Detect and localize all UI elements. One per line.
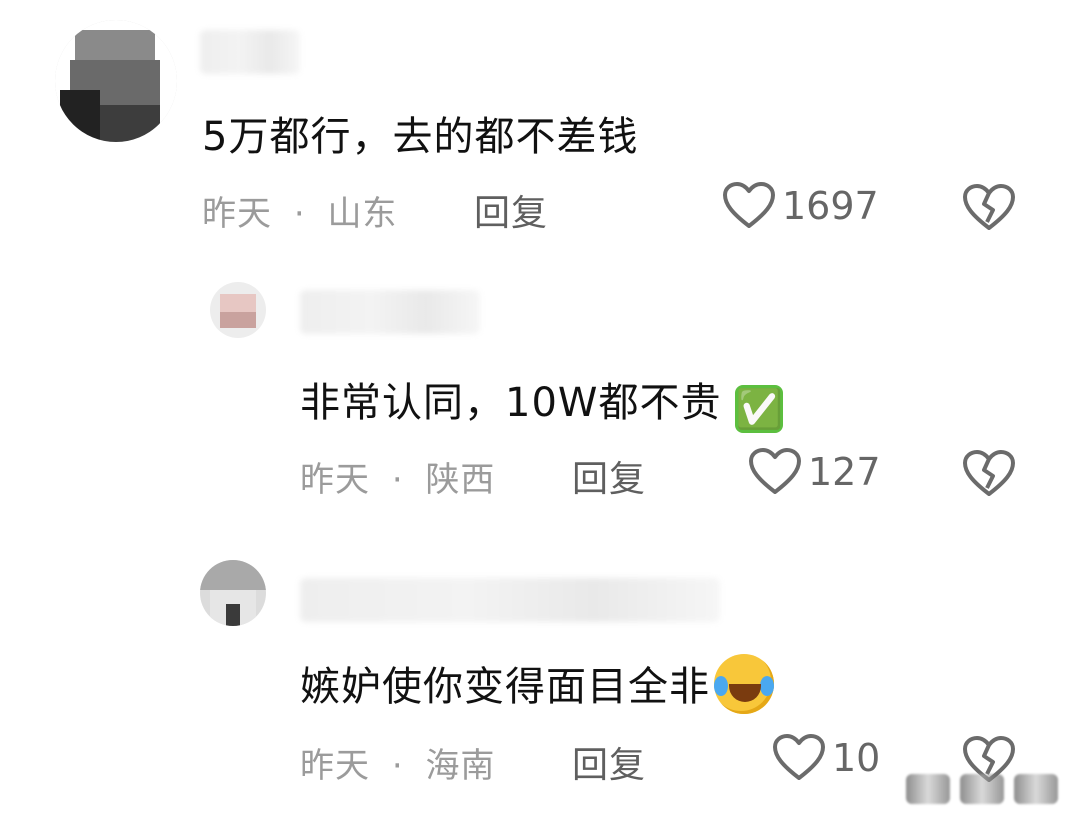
username-blurred[interactable] [200, 30, 300, 74]
heart-outline-icon [748, 448, 802, 496]
watermark [906, 774, 1058, 804]
meta-separator: · [293, 194, 306, 234]
like-count: 1697 [782, 184, 879, 228]
meta-separator: · [391, 746, 404, 786]
check-mark-emoji: ✅ [735, 385, 784, 433]
comment-location: 海南 [425, 746, 496, 786]
dislike-button[interactable] [962, 450, 1016, 502]
comment-text-body: 非常认同，10W都不贵 [300, 380, 722, 426]
heart-outline-icon [772, 734, 826, 782]
reply-button[interactable]: 回复 [474, 184, 548, 236]
reply-comment-item: 非常认同，10W都不贵 ✅ 昨天 · 陕西 回复 127 [0, 260, 1076, 530]
like-count: 10 [832, 736, 881, 780]
laughing-crying-emoji [714, 654, 774, 714]
comment-time: 昨天 [300, 746, 370, 786]
broken-heart-icon [962, 184, 1016, 236]
comment-location: 山东 [327, 194, 398, 234]
reply-comment-item: 嫉妒使你变得面目全非 昨天 · 海南 回复 10 [0, 530, 1076, 814]
like-button[interactable]: 127 [748, 448, 881, 496]
heart-outline-icon [722, 182, 776, 230]
dislike-button[interactable] [962, 184, 1016, 236]
comment-meta: 昨天 · 山东 [202, 186, 397, 235]
comment-location: 陕西 [425, 460, 496, 500]
like-button[interactable]: 10 [772, 734, 880, 782]
avatar[interactable] [210, 282, 266, 338]
username-blurred[interactable] [300, 290, 480, 334]
comment-meta: 昨天 · 陕西 [300, 452, 495, 501]
meta-separator: · [391, 460, 404, 500]
like-count: 127 [808, 450, 881, 494]
comment-meta: 昨天 · 海南 [300, 738, 495, 787]
comment-text: 非常认同，10W都不贵 ✅ [300, 370, 784, 433]
comment-text: 嫉妒使你变得面目全非 [300, 654, 774, 714]
like-button[interactable]: 1697 [722, 182, 879, 230]
broken-heart-icon [962, 450, 1016, 502]
comment-time: 昨天 [202, 194, 272, 234]
comment-text: 5万都行，去的都不差钱 [202, 114, 639, 160]
comment-text-body: 嫉妒使你变得面目全非 [300, 664, 710, 710]
avatar[interactable] [200, 560, 266, 626]
reply-button[interactable]: 回复 [572, 736, 646, 788]
comment-item: 5万都行，去的都不差钱 昨天 · 山东 回复 1697 [0, 0, 1076, 260]
avatar[interactable] [55, 20, 177, 142]
username-blurred[interactable] [300, 578, 720, 622]
reply-button[interactable]: 回复 [572, 450, 646, 502]
comment-time: 昨天 [300, 460, 370, 500]
